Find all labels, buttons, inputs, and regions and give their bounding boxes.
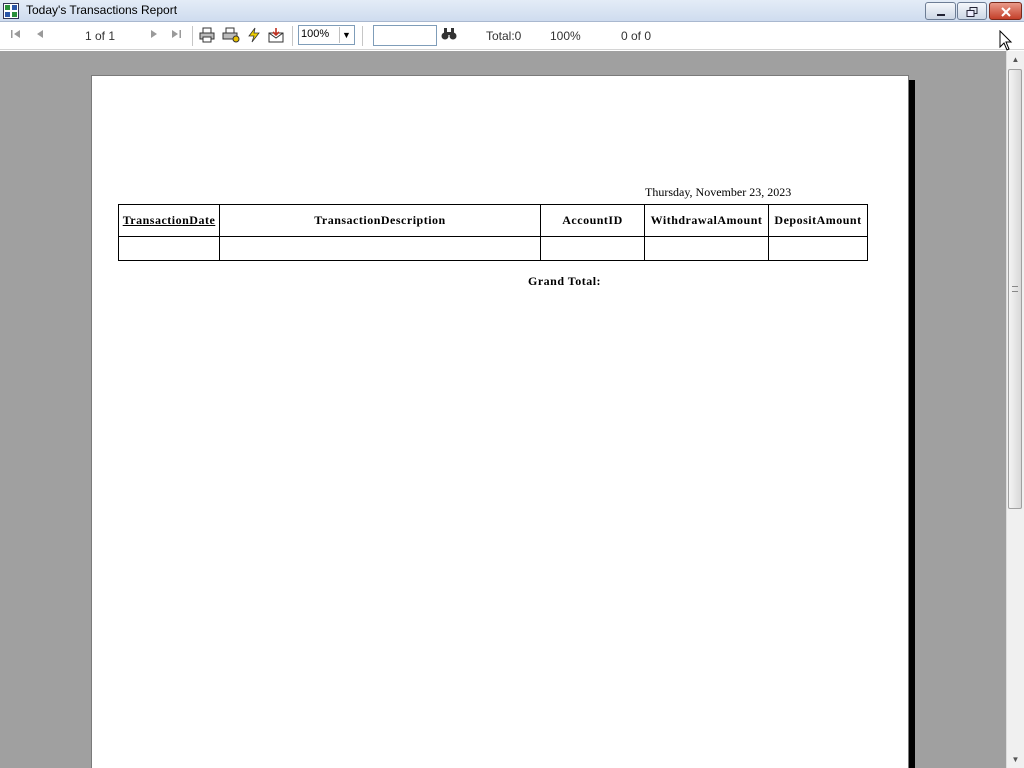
minimize-button[interactable] bbox=[925, 2, 956, 20]
export-icon[interactable] bbox=[268, 27, 284, 45]
vertical-scrollbar[interactable]: ▲ ▼ bbox=[1006, 51, 1024, 768]
restore-icon bbox=[966, 7, 978, 17]
print-setup-icon[interactable] bbox=[222, 27, 240, 45]
table-header-row: TransactionDate TransactionDescription A… bbox=[118, 204, 868, 237]
report-page: Thursday, November 23, 2023 TransactionD… bbox=[91, 75, 909, 768]
column-header-transaction-description: TransactionDescription bbox=[219, 204, 541, 237]
column-header-deposit-amount: DepositAmount bbox=[768, 204, 868, 237]
report-toolbar: 1 of 1 Total:0 100% 0 of 0 bbox=[0, 22, 1024, 50]
print-icon[interactable] bbox=[199, 27, 215, 45]
title-bar: Today's Transactions Report bbox=[0, 0, 1024, 22]
table-cell bbox=[644, 236, 769, 261]
table-cell bbox=[219, 236, 541, 261]
first-page-icon[interactable] bbox=[10, 27, 22, 45]
cursor-icon bbox=[999, 30, 1013, 51]
minimize-icon bbox=[936, 14, 945, 16]
last-page-icon[interactable] bbox=[170, 27, 182, 45]
app-icon bbox=[3, 3, 19, 19]
column-header-account-id: AccountID bbox=[540, 204, 645, 237]
zoom-select[interactable]: 100% ▼ bbox=[298, 25, 355, 45]
restore-button[interactable] bbox=[957, 2, 987, 20]
transactions-table: TransactionDate TransactionDescription A… bbox=[118, 204, 868, 261]
next-page-icon[interactable] bbox=[148, 27, 160, 45]
prev-page-icon[interactable] bbox=[34, 27, 46, 45]
scroll-down-icon[interactable]: ▼ bbox=[1007, 751, 1024, 768]
zoom-percent-label: 100% bbox=[550, 29, 581, 43]
scroll-grip-icon bbox=[1012, 286, 1018, 292]
close-icon bbox=[1000, 7, 1011, 17]
window-title: Today's Transactions Report bbox=[26, 3, 178, 17]
table-row bbox=[118, 236, 868, 261]
column-header-transaction-date: TransactionDate bbox=[118, 204, 220, 237]
match-count-label: 0 of 0 bbox=[621, 29, 652, 43]
table-cell bbox=[540, 236, 645, 261]
total-label: Total:0 bbox=[486, 29, 522, 43]
search-input[interactable] bbox=[373, 25, 437, 46]
refresh-icon[interactable] bbox=[247, 27, 261, 45]
column-header-withdrawal-amount: WithdrawalAmount bbox=[644, 204, 769, 237]
report-viewer: Thursday, November 23, 2023 TransactionD… bbox=[0, 51, 1006, 768]
page-indicator: 1 of 1 bbox=[85, 29, 116, 43]
report-date: Thursday, November 23, 2023 bbox=[645, 185, 792, 199]
grand-total-label: Grand Total: bbox=[528, 274, 602, 288]
scroll-thumb[interactable] bbox=[1008, 69, 1022, 509]
find-icon[interactable] bbox=[441, 27, 457, 45]
zoom-select-value: 100% bbox=[301, 28, 330, 40]
chevron-down-icon[interactable]: ▼ bbox=[339, 27, 353, 43]
table-cell bbox=[118, 236, 220, 261]
table-cell bbox=[768, 236, 868, 261]
close-button[interactable] bbox=[989, 2, 1022, 20]
scroll-up-icon[interactable]: ▲ bbox=[1007, 51, 1024, 68]
